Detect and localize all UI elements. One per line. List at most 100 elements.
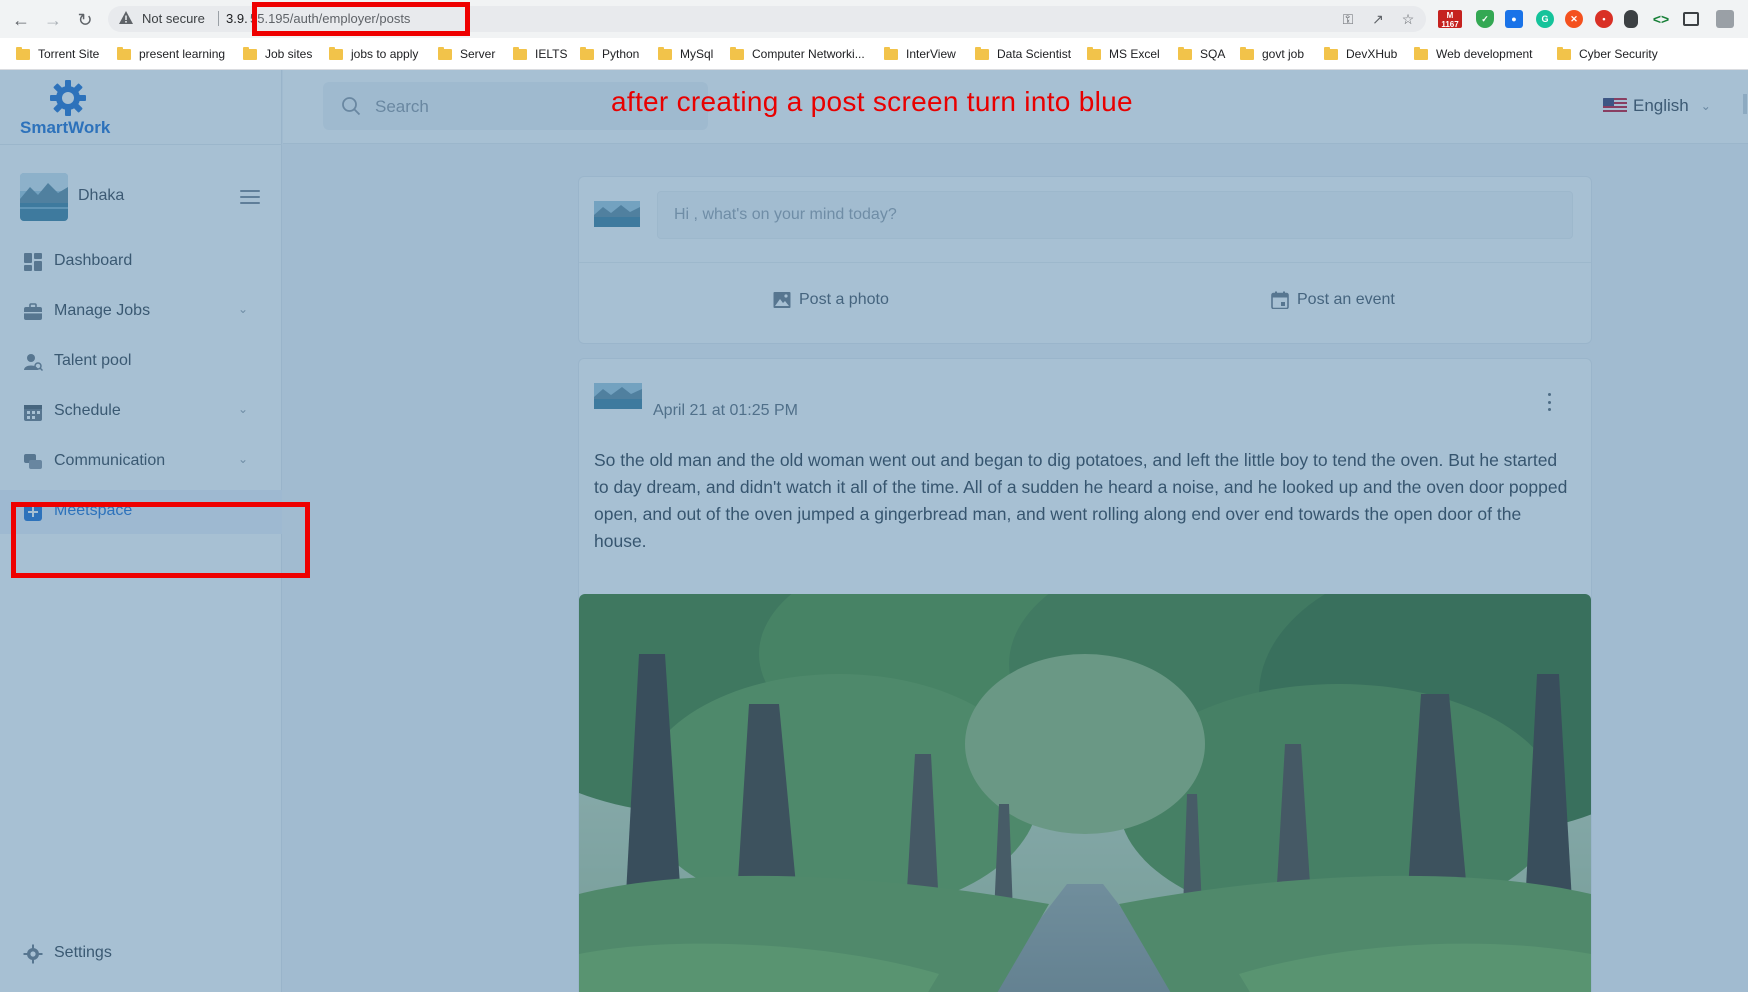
forward-arrow-icon[interactable]: →	[42, 9, 64, 31]
user-search-icon	[24, 354, 43, 372]
bookmark-label: Python	[602, 47, 640, 61]
folder-icon	[438, 46, 452, 60]
bookmark-folder[interactable]: InterView	[884, 44, 956, 64]
chevron-down-icon: ⌄	[238, 402, 249, 416]
sidebar-item-label: Talent pool	[54, 352, 132, 369]
post-input-placeholder: Hi , what's on your mind today?	[674, 206, 897, 223]
sidebar-item-label: Schedule	[54, 402, 121, 419]
bookmark-folder[interactable]: Cyber Security	[1557, 44, 1658, 64]
screenshot-extension-icon[interactable]	[1683, 12, 1699, 26]
sidebar-item-dashboard[interactable]: Dashboard	[0, 240, 282, 284]
folder-icon	[1557, 46, 1571, 60]
security-label[interactable]: Not secure	[142, 11, 205, 26]
bookmark-folder[interactable]: MS Excel	[1087, 44, 1160, 64]
header-edge-control[interactable]	[1743, 94, 1747, 114]
address-separator	[218, 11, 219, 26]
calendar-icon	[1271, 291, 1289, 309]
composer-divider	[579, 262, 1591, 263]
sidebar-item-communication[interactable]: Communication ⌄	[0, 440, 282, 484]
more-options-icon[interactable]	[1544, 393, 1554, 411]
folder-icon	[1087, 46, 1101, 60]
url-host: 3.9.	[226, 11, 248, 26]
language-label: English	[1633, 96, 1689, 115]
code-extension-icon[interactable]: <>	[1652, 10, 1670, 28]
menu-toggle-icon[interactable]	[240, 190, 260, 204]
bookmark-folder[interactable]: Computer Networki...	[730, 44, 865, 64]
bookmark-star-icon[interactable]: ☆	[1400, 11, 1416, 27]
avatar[interactable]	[594, 383, 642, 409]
post-event-label: Post an event	[1297, 291, 1395, 308]
annotation-text: after creating a post screen turn into b…	[611, 86, 1133, 117]
bookmark-label: MySql	[680, 47, 714, 61]
folder-icon	[730, 46, 744, 60]
post-body: So the old man and the old woman went ou…	[594, 450, 1568, 551]
sidebar-item-label: Dashboard	[54, 252, 133, 269]
folder-icon	[117, 46, 131, 60]
post-photo-button[interactable]: Post a photo	[773, 291, 889, 309]
mouse-extension-icon[interactable]	[1624, 10, 1638, 28]
bookmark-folder[interactable]: Job sites	[243, 44, 312, 64]
orange-extension-icon[interactable]: ✕	[1565, 10, 1583, 28]
bookmark-folder[interactable]: DevXHub	[1324, 44, 1397, 64]
bookmark-folder[interactable]: Web development	[1414, 44, 1533, 64]
avatar[interactable]	[20, 173, 68, 221]
image-icon	[773, 292, 791, 308]
language-selector[interactable]: English ⌄	[1603, 96, 1711, 116]
bookmark-label: DevXHub	[1346, 47, 1398, 61]
back-arrow-icon[interactable]: ←	[10, 9, 32, 31]
gear-logo-icon	[50, 80, 86, 116]
briefcase-icon	[24, 303, 42, 320]
brand-name: SmartWork	[20, 118, 111, 137]
post-event-button[interactable]: Post an event	[1271, 291, 1395, 309]
sidebar-item-schedule[interactable]: Schedule ⌄	[0, 390, 282, 434]
share-icon[interactable]: ↗	[1370, 11, 1386, 27]
sidebar-divider	[0, 144, 282, 145]
dashboard-icon	[24, 253, 42, 271]
chevron-down-icon: ⌄	[238, 302, 249, 316]
grammarly-extension-icon[interactable]: G	[1536, 10, 1554, 28]
brand-logo[interactable]: SmartWork	[20, 78, 120, 137]
bookmark-folder[interactable]: IELTS	[513, 44, 567, 64]
sidebar-item-settings[interactable]: Settings	[0, 932, 282, 976]
post-timestamp: April 21 at 01:25 PM	[653, 402, 798, 419]
folder-icon	[16, 46, 30, 60]
red-extension-icon[interactable]: •	[1595, 10, 1613, 28]
profile-icon[interactable]	[1716, 10, 1734, 28]
post-card: April 21 at 01:25 PM So the old man and …	[578, 358, 1592, 992]
shield-extension-icon[interactable]: ✓	[1476, 10, 1494, 28]
sidebar-item-label: Settings	[54, 944, 112, 961]
post-input[interactable]: Hi , what's on your mind today?	[657, 191, 1573, 239]
sidebar-item-manage-jobs[interactable]: Manage Jobs ⌄	[0, 290, 282, 334]
bookmark-folder[interactable]: Data Scientist	[975, 44, 1071, 64]
bookmark-folder[interactable]: present learning	[117, 44, 225, 64]
bookmark-folder[interactable]: govt job	[1240, 44, 1304, 64]
bookmark-label: Computer Networki...	[752, 47, 865, 61]
warning-icon	[119, 11, 133, 24]
bookmark-folder[interactable]: Server	[438, 44, 495, 64]
search-icon	[342, 97, 361, 116]
drop-extension-icon[interactable]: ●	[1505, 10, 1523, 28]
bookmark-label: govt job	[1262, 47, 1305, 61]
bookmark-folder[interactable]: Torrent Site	[16, 44, 99, 64]
chat-icon	[24, 454, 42, 469]
calendar-icon	[24, 405, 42, 421]
gmail-extension-icon[interactable]: M 1167	[1438, 10, 1462, 29]
bookmark-folder[interactable]: jobs to apply	[329, 44, 418, 64]
folder-icon	[1178, 46, 1192, 60]
post-image[interactable]	[579, 594, 1591, 992]
annotation-meetspace-highlight	[11, 502, 310, 578]
bookmark-label: jobs to apply	[351, 47, 419, 61]
bookmark-folder[interactable]: SQA	[1178, 44, 1225, 64]
us-flag-icon	[1603, 98, 1627, 114]
sidebar-item-talent-pool[interactable]: Talent pool	[0, 340, 282, 384]
post-photo-label: Post a photo	[799, 291, 889, 308]
post-composer: Hi , what's on your mind today? Post a p…	[578, 176, 1592, 344]
bookmark-folder[interactable]: MySql	[658, 44, 713, 64]
bookmark-folder[interactable]: Python	[580, 44, 639, 64]
reload-icon[interactable]: ↻	[74, 9, 96, 31]
search-placeholder: Search	[375, 97, 429, 116]
bookmark-label: Data Scientist	[997, 47, 1072, 61]
folder-icon	[329, 46, 343, 60]
key-icon[interactable]: ⚿	[1340, 11, 1356, 27]
bookmarks-bar: Torrent Site present learning Job sites …	[0, 38, 1748, 70]
